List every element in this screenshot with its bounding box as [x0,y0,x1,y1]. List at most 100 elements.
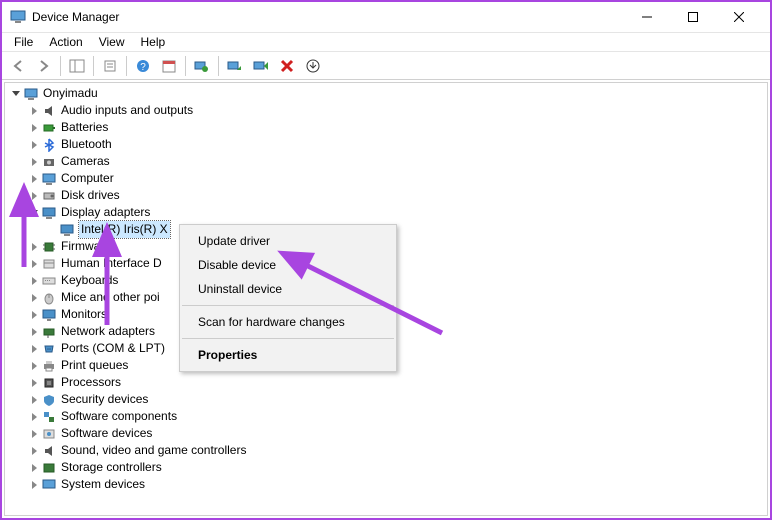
component-icon [41,409,57,425]
tree-root[interactable]: Onyimadu [5,85,767,102]
tree-item-label: Batteries [61,119,108,136]
svg-text:?: ? [140,62,146,73]
tree-item-security-devices[interactable]: Security devices [5,391,767,408]
expand-icon[interactable] [27,274,41,288]
expand-icon[interactable] [27,308,41,322]
system-icon [41,477,57,493]
network-icon [41,324,57,340]
expand-icon[interactable] [27,138,41,152]
show-hide-tree-button[interactable] [65,54,89,78]
audio-icon [41,103,57,119]
tree-item-sound-video-game[interactable]: Sound, video and game controllers [5,442,767,459]
root-label: Onyimadu [43,85,98,102]
expand-icon[interactable] [27,155,41,169]
tree-item-label: Firmware [61,238,111,255]
scan-hw-button[interactable] [190,54,214,78]
window-title: Device Manager [32,10,119,24]
display-adapter-icon [59,222,75,238]
devmgr-icon [10,9,26,25]
expand-icon[interactable] [27,478,41,492]
expand-icon[interactable] [27,104,41,118]
tree-item-label: Display adapters [61,204,150,221]
calendar-button[interactable] [157,54,181,78]
sound-icon [41,443,57,459]
tree-item-audio[interactable]: Audio inputs and outputs [5,102,767,119]
expand-icon[interactable] [27,291,41,305]
tree-item-processors[interactable]: Processors [5,374,767,391]
close-button[interactable] [716,2,762,32]
camera-icon [41,154,57,170]
tree-item-computer[interactable]: Computer [5,170,767,187]
tree-item-label: Computer [61,170,114,187]
update-driver-button[interactable] [223,54,247,78]
tree-item-label: Monitors [61,306,107,323]
tree-item-software-components[interactable]: Software components [5,408,767,425]
expand-icon[interactable] [27,172,41,186]
expand-icon[interactable] [27,427,41,441]
tree-item-label: Intel(R) Iris(R) X [79,221,170,238]
tree-item-label: Storage controllers [61,459,162,476]
tree-item-software-devices[interactable]: Software devices [5,425,767,442]
properties-button[interactable] [98,54,122,78]
tree-item-system-devices[interactable]: System devices [5,476,767,493]
tree-item-batteries[interactable]: Batteries [5,119,767,136]
menu-file[interactable]: File [6,35,41,49]
expand-icon[interactable] [27,189,41,203]
expand-icon[interactable] [27,393,41,407]
tree-item-label: Bluetooth [61,136,112,153]
bluetooth-icon [41,137,57,153]
tree-item-label: Audio inputs and outputs [61,102,193,119]
mouse-icon [41,290,57,306]
ctx-disable-device[interactable]: Disable device [180,253,396,277]
expand-icon[interactable] [9,87,23,101]
battery-icon [41,120,57,136]
expand-icon[interactable] [27,410,41,424]
tree-item-cameras[interactable]: Cameras [5,153,767,170]
forward-button[interactable] [32,54,56,78]
menu-view[interactable]: View [91,35,133,49]
expand-icon[interactable] [27,240,41,254]
maximize-button[interactable] [670,2,716,32]
minimize-button[interactable] [624,2,670,32]
expand-icon[interactable] [27,325,41,339]
firmware-icon [41,239,57,255]
help-button[interactable]: ? [131,54,155,78]
back-button[interactable] [6,54,30,78]
separator [126,56,127,76]
ctx-uninstall-device[interactable]: Uninstall device [180,277,396,301]
software-icon [41,426,57,442]
computer-icon [41,171,57,187]
expand-icon[interactable] [27,444,41,458]
tree-item-label: Processors [61,374,121,391]
ctx-scan-hardware[interactable]: Scan for hardware changes [180,310,396,334]
tree-item-label: Print queues [61,357,128,374]
expand-icon[interactable] [27,206,41,220]
tree-item-display-adapters[interactable]: Display adapters [5,204,767,221]
tree-item-storage-controllers[interactable]: Storage controllers [5,459,767,476]
expand-icon[interactable] [27,359,41,373]
context-separator [182,338,394,339]
disable-device-button[interactable] [249,54,273,78]
ctx-properties[interactable]: Properties [180,343,396,367]
tree-item-label: System devices [61,476,145,493]
separator [185,56,186,76]
more-button[interactable] [301,54,325,78]
tree-item-label: Software components [61,408,177,425]
separator [60,56,61,76]
hid-icon [41,256,57,272]
menu-action[interactable]: Action [41,35,90,49]
ctx-update-driver[interactable]: Update driver [180,229,396,253]
tree-item-bluetooth[interactable]: Bluetooth [5,136,767,153]
uninstall-device-button[interactable] [275,54,299,78]
printer-icon [41,358,57,374]
tree-item-disk-drives[interactable]: Disk drives [5,187,767,204]
tree-item-label: Cameras [61,153,110,170]
menu-help[interactable]: Help [133,35,174,49]
cpu-icon [41,375,57,391]
expand-icon[interactable] [27,121,41,135]
expand-icon[interactable] [27,461,41,475]
expand-icon[interactable] [27,342,41,356]
expand-icon[interactable] [27,376,41,390]
port-icon [41,341,57,357]
expand-icon[interactable] [27,257,41,271]
